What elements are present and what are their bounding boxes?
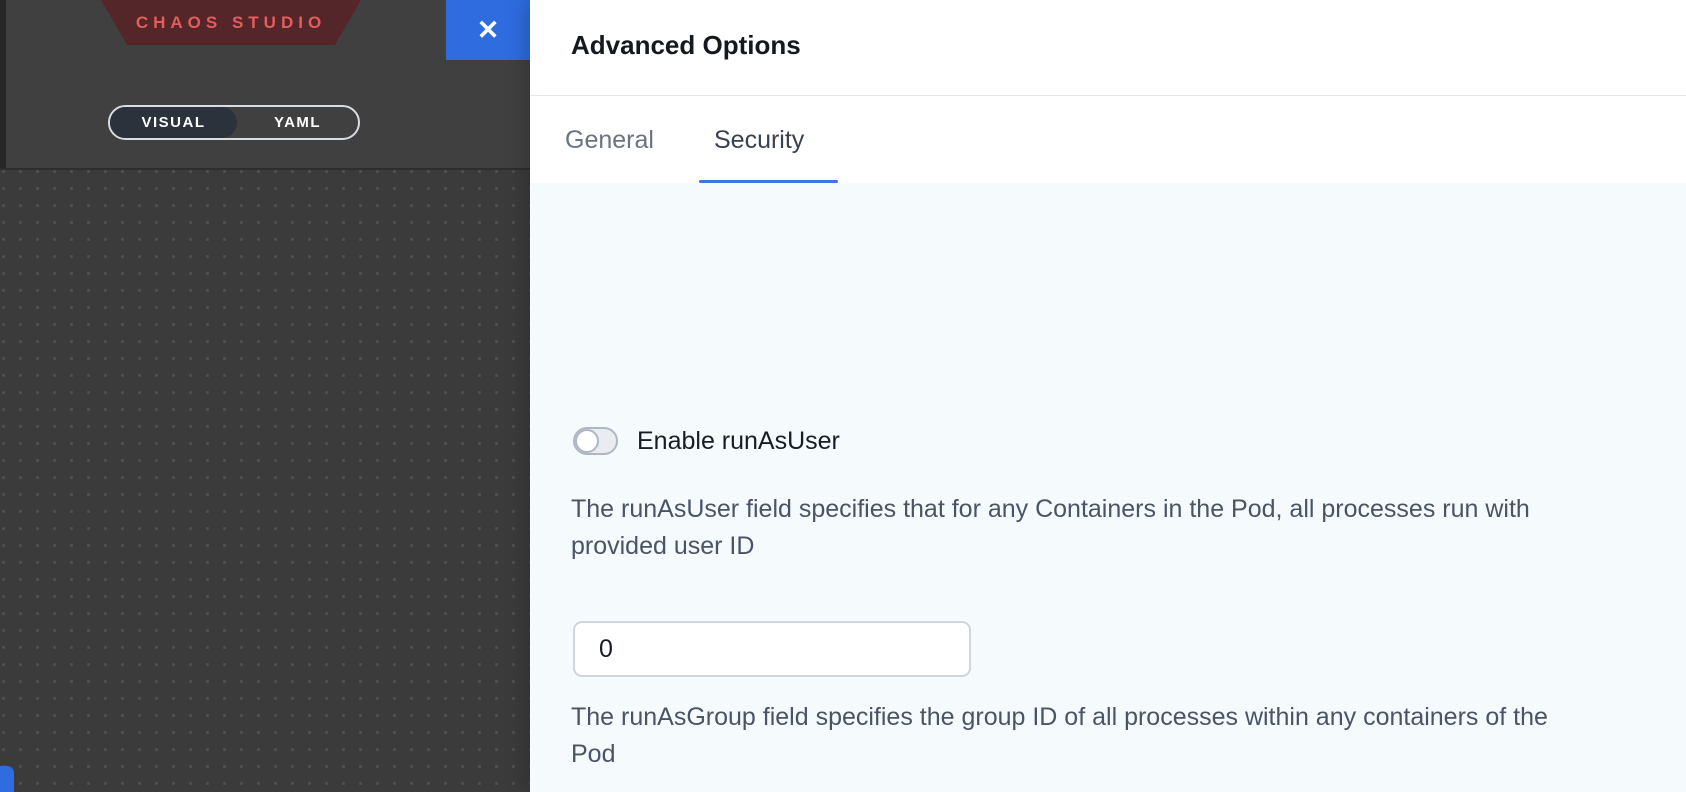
brand-label: CHAOS STUDIO <box>136 13 326 33</box>
editor-panel: CHAOS STUDIO VISUAL YAML <box>0 0 530 792</box>
run-as-user-toggle[interactable] <box>573 427 618 455</box>
screen: CHAOS STUDIO VISUAL YAML ✕ Advanced Opti… <box>0 0 1686 792</box>
yaml-mode-button[interactable]: YAML <box>237 107 358 138</box>
run-as-user-label: Enable runAsUser <box>637 427 840 455</box>
tab-row: General Security <box>530 96 1686 183</box>
run-as-group-input[interactable] <box>573 621 971 677</box>
run-as-group-description: The runAsGroup field specifies the group… <box>571 699 1583 773</box>
close-icon: ✕ <box>477 15 500 46</box>
run-as-user-description: The runAsUser field specifies that for a… <box>571 491 1583 565</box>
advanced-options-drawer: Advanced Options General Security Enable… <box>530 0 1686 792</box>
bottom-left-chip[interactable] <box>0 766 14 792</box>
brand-badge: CHAOS STUDIO <box>101 0 361 45</box>
tab-security[interactable]: Security <box>714 126 804 155</box>
security-tab-content: Enable runAsUser The runAsUser field spe… <box>530 183 1686 792</box>
drawer-title: Advanced Options <box>571 30 801 61</box>
visual-mode-button[interactable]: VISUAL <box>110 107 237 138</box>
dotted-canvas[interactable] <box>0 170 530 792</box>
view-mode-toggle[interactable]: VISUAL YAML <box>108 105 360 140</box>
toggle-knob <box>575 429 599 453</box>
close-button[interactable]: ✕ <box>446 0 530 60</box>
tab-general[interactable]: General <box>565 126 654 155</box>
